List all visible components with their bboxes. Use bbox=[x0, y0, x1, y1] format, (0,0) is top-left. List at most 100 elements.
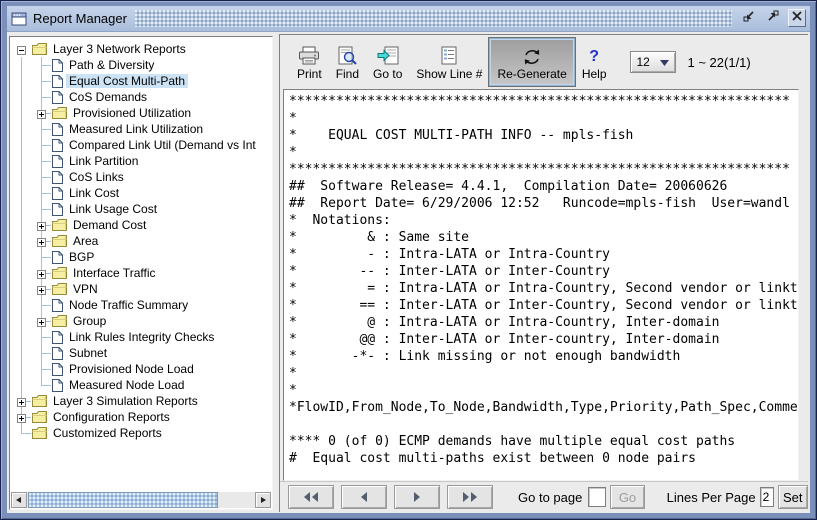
tree-connector-line bbox=[41, 209, 51, 210]
titlebar[interactable]: Report Manager bbox=[7, 6, 810, 32]
iconify-button[interactable] bbox=[740, 9, 758, 27]
report-tree: Layer 3 Network ReportsPath & DiversityE… bbox=[11, 38, 271, 492]
tree-item-provisioned-node-load[interactable]: Provisioned Node Load bbox=[11, 361, 271, 377]
tree-connector-line bbox=[41, 353, 51, 354]
scroll-right-icon[interactable] bbox=[255, 492, 271, 508]
pager-bar: Go to page Go Lines Per Page Set bbox=[280, 481, 808, 512]
tree-horizontal-scrollbar[interactable] bbox=[11, 492, 271, 508]
scrollbar-thumb[interactable] bbox=[28, 492, 218, 508]
re-generate-button[interactable]: Re-Generate bbox=[489, 38, 574, 86]
toolbar-button-label: Print bbox=[297, 67, 322, 81]
go-to-button[interactable]: Go to bbox=[366, 38, 409, 86]
tree-item-label: Demand Cost bbox=[70, 218, 149, 232]
tree-item-link-usage-cost[interactable]: Link Usage Cost bbox=[11, 201, 271, 217]
tree-connector-line bbox=[41, 337, 51, 338]
expand-handle-icon[interactable] bbox=[37, 284, 46, 293]
expand-handle-icon[interactable] bbox=[37, 268, 46, 277]
tree-connector-line bbox=[41, 193, 51, 194]
maximize-icon bbox=[766, 9, 780, 28]
tree-item-label: Subnet bbox=[66, 346, 110, 360]
iconify-icon bbox=[742, 9, 756, 28]
page-size-value: 12 bbox=[637, 55, 650, 69]
tree-item-node-traffic-summary[interactable]: Node Traffic Summary bbox=[11, 297, 271, 313]
tree-item-vpn[interactable]: VPN bbox=[11, 281, 271, 297]
tree-item-group[interactable]: Group bbox=[11, 313, 271, 329]
goto-page-input[interactable] bbox=[588, 487, 606, 507]
window-title: Report Manager bbox=[33, 11, 137, 26]
find-button[interactable]: Find bbox=[329, 38, 366, 86]
report-text-area[interactable]: ****************************************… bbox=[283, 89, 799, 481]
tree-item-cos-demands[interactable]: CoS Demands bbox=[11, 89, 271, 105]
tree-item-label: Link Usage Cost bbox=[66, 202, 160, 216]
tree-item-layer-3-network-reports[interactable]: Layer 3 Network Reports bbox=[11, 41, 271, 57]
next-page-button[interactable] bbox=[394, 485, 440, 509]
caret-down-icon bbox=[660, 55, 669, 69]
last-page-button[interactable] bbox=[447, 485, 493, 509]
find-icon bbox=[336, 44, 358, 66]
tree-item-layer-3-simulation-reports[interactable]: Layer 3 Simulation Reports bbox=[11, 393, 271, 409]
set-button[interactable]: Set bbox=[778, 485, 808, 509]
help-icon: ? bbox=[589, 44, 599, 66]
report-toolbar: Print FindGo toShow Line #Re-Generate?Hel… bbox=[280, 35, 808, 89]
tree-item-customized-reports[interactable]: Customized Reports bbox=[11, 425, 271, 441]
tree-item-cos-links[interactable]: CoS Links bbox=[11, 169, 271, 185]
report-view-panel: Print FindGo toShow Line #Re-Generate?Hel… bbox=[279, 34, 808, 512]
tree-item-bgp[interactable]: BGP bbox=[11, 249, 271, 265]
tree-item-label: VPN bbox=[70, 282, 101, 296]
show-line--button[interactable]: Show Line # bbox=[409, 38, 489, 86]
report-text: ****************************************… bbox=[284, 90, 798, 470]
double-left-icon bbox=[303, 490, 319, 505]
collapse-handle-icon[interactable] bbox=[17, 44, 26, 53]
tree-item-demand-cost[interactable]: Demand Cost bbox=[11, 217, 271, 233]
line-range-text: 1 ~ 22(1/1) bbox=[688, 55, 751, 70]
tree-item-interface-traffic[interactable]: Interface Traffic bbox=[11, 265, 271, 281]
tree-item-configuration-reports[interactable]: Configuration Reports bbox=[11, 409, 271, 425]
tree-item-label: Customized Reports bbox=[50, 426, 165, 440]
tree-item-label: Link Partition bbox=[66, 154, 141, 168]
first-page-button[interactable] bbox=[288, 485, 334, 509]
print-button[interactable]: Print bbox=[290, 38, 329, 86]
tree-item-label: Measured Node Load bbox=[66, 378, 187, 392]
tree-item-label: Layer 3 Simulation Reports bbox=[50, 394, 201, 408]
expand-handle-icon[interactable] bbox=[37, 220, 46, 229]
tree-connector-line bbox=[41, 97, 51, 98]
tree-item-link-partition[interactable]: Link Partition bbox=[11, 153, 271, 169]
go-button[interactable]: Go bbox=[610, 485, 644, 509]
tree-item-label: Compared Link Util (Demand vs Int bbox=[66, 138, 259, 152]
expand-handle-icon[interactable] bbox=[37, 236, 46, 245]
tree-item-label: CoS Links bbox=[66, 170, 127, 184]
tree-item-compared-link-util-demand-vs-int[interactable]: Compared Link Util (Demand vs Int bbox=[11, 137, 271, 153]
expand-handle-icon[interactable] bbox=[37, 316, 46, 325]
tree-item-measured-link-utilization[interactable]: Measured Link Utilization bbox=[11, 121, 271, 137]
tree-connector-line bbox=[41, 305, 51, 306]
tree-item-label: Area bbox=[70, 234, 101, 248]
tree-item-area[interactable]: Area bbox=[11, 233, 271, 249]
tree-item-label: Provisioned Node Load bbox=[66, 362, 197, 376]
expand-handle-icon[interactable] bbox=[17, 396, 26, 405]
lines-per-page-input[interactable] bbox=[760, 487, 774, 507]
tree-item-equal-cost-multi-path[interactable]: Equal Cost Multi-Path bbox=[11, 73, 271, 89]
tree-item-label: Node Traffic Summary bbox=[66, 298, 191, 312]
tree-item-label: Link Cost bbox=[66, 186, 122, 200]
expand-handle-icon[interactable] bbox=[17, 412, 26, 421]
maximize-button[interactable] bbox=[764, 9, 782, 27]
report-manager-window: Report Manager Layer 3 Network ReportsPa… bbox=[0, 0, 817, 520]
tree-item-label: Provisioned Utilization bbox=[70, 106, 194, 120]
tree-item-path-diversity[interactable]: Path & Diversity bbox=[11, 57, 271, 73]
scroll-left-icon[interactable] bbox=[11, 492, 27, 508]
tree-item-subnet[interactable]: Subnet bbox=[11, 345, 271, 361]
expand-handle-icon[interactable] bbox=[37, 108, 46, 117]
tree-connector-line bbox=[41, 177, 51, 178]
tree-item-provisioned-utilization[interactable]: Provisioned Utilization bbox=[11, 105, 271, 121]
prev-page-button[interactable] bbox=[341, 485, 387, 509]
tree-item-label: Equal Cost Multi-Path bbox=[66, 74, 188, 88]
help-button[interactable]: ?Help bbox=[575, 38, 614, 86]
tree-connector-line bbox=[41, 129, 51, 130]
tree-item-link-rules-integrity-checks[interactable]: Link Rules Integrity Checks bbox=[11, 329, 271, 345]
tree-item-measured-node-load[interactable]: Measured Node Load bbox=[11, 377, 271, 393]
tree-connector-line bbox=[41, 369, 51, 370]
page-size-dropdown[interactable]: 12 bbox=[630, 51, 676, 73]
tree-item-link-cost[interactable]: Link Cost bbox=[11, 185, 271, 201]
tree-item-label: Interface Traffic bbox=[70, 266, 158, 280]
close-button[interactable] bbox=[788, 9, 806, 27]
